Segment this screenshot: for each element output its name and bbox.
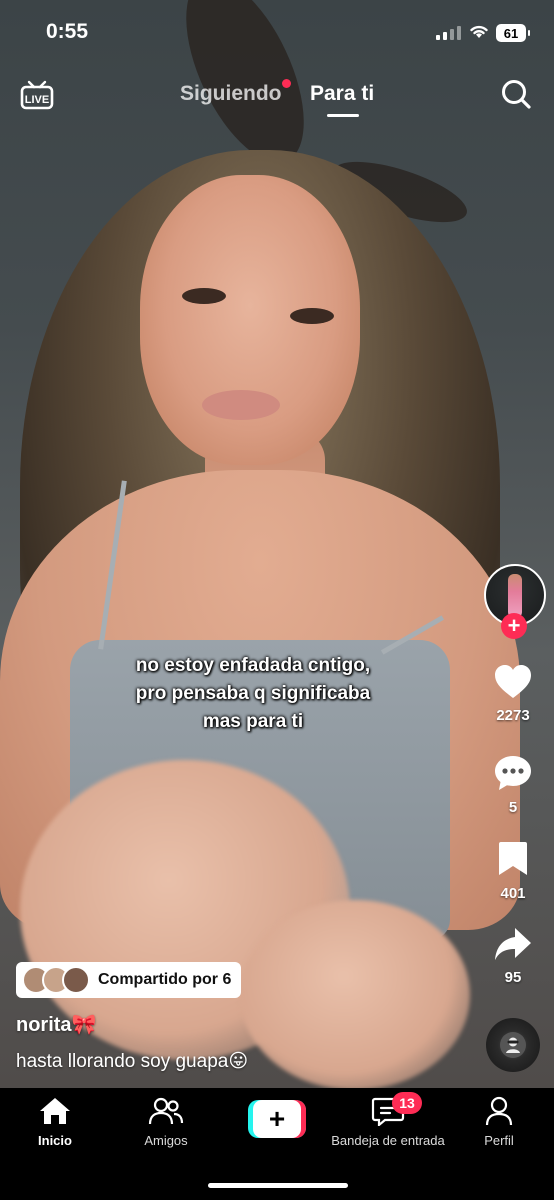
- shared-by-label: Compartido por 6: [98, 971, 232, 988]
- home-icon: [40, 1098, 70, 1124]
- friends-icon: [148, 1097, 184, 1125]
- cellular-signal-icon: [436, 26, 461, 40]
- profile-icon: [485, 1096, 513, 1126]
- inbox-badge: 13: [392, 1092, 422, 1114]
- music-disc-button[interactable]: [486, 1018, 540, 1072]
- tab-home[interactable]: Inicio: [22, 1096, 88, 1148]
- like-button[interactable]: 2273: [482, 664, 544, 724]
- battery-icon: 61: [496, 24, 530, 42]
- save-count: 401: [500, 885, 526, 902]
- heart-icon: [495, 665, 531, 698]
- shared-by-chip[interactable]: Compartido por 6: [16, 962, 242, 998]
- video-text-overlay: no estoy enfadada cntigo, pro pensaba q …: [0, 652, 506, 736]
- tab-profile-label: Perfil: [484, 1133, 514, 1148]
- top-nav: LIVE Siguiendo Para ti: [0, 66, 554, 126]
- overlay-line-1: no estoy enfadada cntigo,: [135, 655, 371, 676]
- post-description: hasta llorando soy guapa😛: [16, 1051, 249, 1072]
- tab-for-you[interactable]: Para ti: [310, 82, 374, 106]
- tab-home-label: Inicio: [38, 1133, 72, 1148]
- wifi-icon: [470, 25, 488, 38]
- like-count: 2273: [496, 707, 530, 724]
- blurred-fingers: [240, 900, 470, 1088]
- shared-avatars: [22, 966, 90, 994]
- creator-username[interactable]: norita🎀: [16, 1012, 96, 1037]
- share-count: 95: [504, 969, 522, 986]
- tab-friends[interactable]: Amigos: [130, 1096, 202, 1148]
- search-icon[interactable]: [500, 78, 532, 110]
- comment-count: 5: [508, 799, 518, 816]
- live-icon[interactable]: LIVE: [20, 78, 54, 110]
- share-button[interactable]: 95: [482, 926, 544, 986]
- share-arrow-icon: [495, 928, 531, 960]
- create-plus-label: +: [253, 1100, 301, 1138]
- eye-right: [290, 308, 334, 324]
- comment-icon: [495, 756, 531, 790]
- eye-left: [182, 288, 226, 304]
- status-bar: 0:55 61: [0, 0, 554, 66]
- lips: [202, 390, 280, 420]
- bottom-tab-bar: Inicio Amigos + 13 Bandeja de entrada Pe…: [0, 1088, 554, 1200]
- music-disc-icon: [500, 1032, 526, 1058]
- tab-profile[interactable]: Perfil: [470, 1096, 528, 1148]
- avatar: [62, 966, 90, 994]
- overlay-line-3: mas para ti: [202, 711, 304, 732]
- create-button[interactable]: +: [248, 1100, 306, 1138]
- live-label: LIVE: [25, 94, 49, 106]
- home-indicator: [208, 1183, 348, 1188]
- following-notification-dot: [282, 79, 291, 88]
- status-time: 0:55: [46, 20, 89, 43]
- tab-following[interactable]: Siguiendo: [180, 82, 282, 106]
- tab-inbox[interactable]: 13 Bandeja de entrada: [330, 1092, 446, 1148]
- video-player[interactable]: [0, 0, 554, 1088]
- tab-friends-label: Amigos: [144, 1133, 188, 1148]
- sunglasses-icon: [506, 1037, 520, 1053]
- avatar-image: [508, 574, 522, 618]
- bookmark-icon: [499, 842, 527, 875]
- overlay-line-2: pro pensaba q significaba: [135, 683, 371, 704]
- create-plus-icon: +: [248, 1100, 306, 1138]
- battery-level: 61: [503, 25, 519, 41]
- save-button[interactable]: 401: [482, 840, 544, 902]
- comment-button[interactable]: 5: [482, 754, 544, 816]
- active-tab-indicator: [327, 114, 359, 117]
- follow-plus-button[interactable]: +: [501, 613, 527, 639]
- tab-inbox-label: Bandeja de entrada: [331, 1133, 445, 1148]
